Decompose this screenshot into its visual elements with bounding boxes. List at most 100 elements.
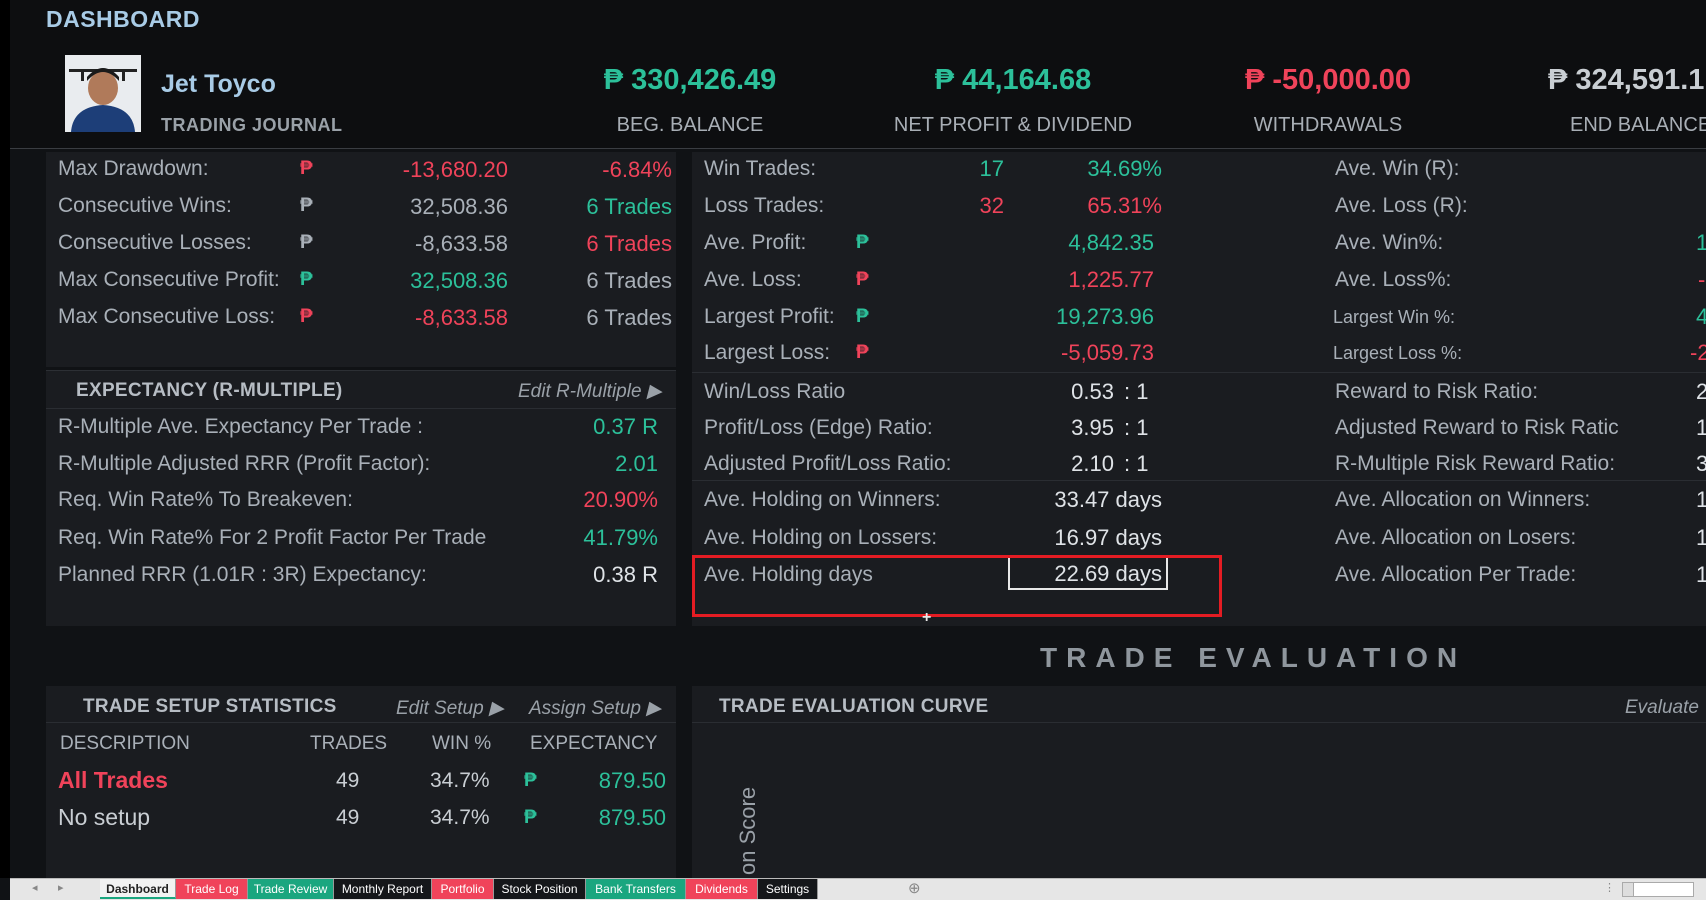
peso-icon: ₱	[300, 158, 313, 179]
end-balance-label: END BALANCE	[1570, 114, 1706, 136]
horizontal-scrollbar[interactable]	[1622, 882, 1694, 897]
consecutive-wins-trades: 6 Trades	[586, 194, 672, 219]
withdrawals-label: WITHDRAWALS	[1253, 114, 1403, 136]
sheet-tab-trade-review[interactable]: Trade Review	[248, 879, 334, 899]
max-consecutive-profit-value: 32,508.36	[410, 268, 508, 293]
profit-factor-winrate-label: Req. Win Rate% For 2 Profit Factor Per T…	[58, 526, 487, 549]
peso-icon: ₱	[300, 195, 313, 216]
max-consecutive-profit-label: Max Consecutive Profit:	[58, 268, 280, 291]
sheet-tab-dashboard[interactable]: Dashboard	[100, 879, 176, 899]
planned-rrr-value: 0.38 R	[593, 562, 658, 587]
trade-evaluation-heading: TRADE EVALUATION	[1040, 642, 1467, 673]
setup-row-desc[interactable]: No setup	[58, 804, 150, 831]
holding-winners-label: Ave. Holding on Winners:	[704, 488, 941, 511]
scroll-left-arrow[interactable]	[1623, 883, 1634, 896]
evaluate-button[interactable]: Evaluate	[1625, 697, 1699, 719]
expectancy-per-trade-value: 0.37 R	[593, 414, 658, 439]
reward-risk-ratio-label: Reward to Risk Ratio:	[1335, 380, 1539, 403]
adjusted-rrr-label: R-Multiple Adjusted RRR (Profit Factor):	[58, 452, 431, 475]
setup-row-trades: 49	[336, 806, 360, 829]
ave-profit-value: 4,842.35	[1068, 230, 1154, 255]
edit-r-multiple-button[interactable]: Edit R-Multiple ▶	[518, 380, 661, 403]
divider	[46, 722, 676, 723]
peso-icon: ₱	[856, 306, 869, 327]
expectancy-per-trade-label: R-Multiple Ave. Expectancy Per Trade :	[58, 415, 423, 438]
ave-win-r-label: Ave. Win (R):	[1335, 157, 1460, 180]
peso-icon: ₱	[856, 342, 869, 363]
loss-trades-count: 32	[979, 193, 1004, 218]
adjusted-pl-ratio-label: Adjusted Profit/Loss Ratio:	[704, 452, 952, 475]
scroll-left-icon[interactable]: ◂	[32, 881, 38, 894]
planned-rrr-label: Planned RRR (1.01R : 3R) Expectancy:	[58, 563, 427, 586]
sheet-tab-portfolio[interactable]: Portfolio	[432, 879, 494, 899]
setup-row-win: 34.7%	[430, 769, 490, 792]
win-loss-ratio-label: Win/Loss Ratio	[704, 380, 846, 403]
sheet-tab-stock-position[interactable]: Stock Position	[494, 879, 586, 899]
user-name: Jet Toyco	[161, 70, 276, 98]
chart-axis-label: on Score	[735, 786, 760, 875]
peso-icon: ₱	[300, 232, 313, 253]
sheet-tab-trade-log[interactable]: Trade Log	[176, 879, 248, 899]
peso-icon: ₱	[856, 269, 869, 290]
largest-loss-label: Largest Loss:	[704, 341, 831, 364]
largest-win-pct-value: 4	[1696, 304, 1706, 329]
largest-profit-value: 19,273.96	[1056, 304, 1154, 329]
setup-row-expectancy: 879.50	[598, 768, 666, 793]
expectancy-title: EXPECTANCY (R-MULTIPLE)	[76, 380, 343, 401]
loss-trades-label: Loss Trades:	[704, 194, 825, 217]
adjusted-rrr-value: 2.01	[615, 451, 658, 476]
setup-row-expectancy: 879.50	[598, 805, 666, 830]
reward-risk-ratio-value: 2	[1696, 379, 1706, 404]
sheet-tab-bank-transfers[interactable]: Bank Transfers	[586, 879, 686, 899]
edit-setup-button[interactable]: Edit Setup ▶	[396, 697, 504, 720]
adjusted-pl-ratio-value: 2.10	[1071, 451, 1114, 476]
breakeven-winrate-label: Req. Win Rate% To Breakeven:	[58, 488, 353, 511]
setup-row-desc[interactable]: All Trades	[58, 767, 168, 794]
edge-ratio-suffix: : 1	[1124, 415, 1149, 440]
end-balance-value: ₱ 324,591.1	[1548, 64, 1705, 96]
consecutive-wins-value: 32,508.36	[410, 194, 508, 219]
sheet-tab-dividends[interactable]: Dividends	[686, 879, 758, 899]
column-header-trades: TRADES	[310, 733, 388, 754]
largest-loss-value: -5,059.73	[1061, 340, 1154, 365]
column-header-description: DESCRIPTION	[60, 733, 190, 754]
setup-row-win: 34.7%	[430, 806, 490, 829]
peso-icon: ₱	[856, 232, 869, 253]
ave-loss-r-label: Ave. Loss (R):	[1335, 194, 1468, 217]
peso-icon: ₱	[300, 269, 313, 290]
largest-win-pct-label: Largest Win %:	[1333, 307, 1456, 327]
consecutive-losses-value: -8,633.58	[415, 231, 508, 256]
allocation-losers-value: 1	[1696, 525, 1706, 550]
dashboard-header: DASHBOARD Jet Toyco TRADING JOURNAL ₱ 33…	[10, 0, 1706, 149]
largest-loss-pct-value: -2	[1690, 340, 1706, 365]
holding-losers-value: 16.97 days	[1054, 525, 1162, 550]
sheet-tab-settings[interactable]: Settings	[758, 879, 818, 899]
add-sheet-icon[interactable]: ⊕	[908, 879, 921, 897]
allocation-winners-label: Ave. Allocation on Winners:	[1335, 488, 1591, 511]
max-consecutive-loss-trades: 6 Trades	[586, 305, 672, 330]
withdrawals-value: ₱ -50,000.00	[1244, 64, 1412, 96]
page-title: DASHBOARD	[46, 6, 200, 32]
beg-balance-value: ₱ 330,426.49	[603, 64, 777, 96]
win-loss-ratio-value: 0.53	[1071, 379, 1114, 404]
adjusted-reward-risk-value: 1	[1696, 415, 1706, 440]
peso-icon: ₱	[300, 306, 313, 327]
allocation-winners-value: 1	[1696, 487, 1706, 512]
divider	[692, 722, 1706, 723]
ave-loss-value: 1,225.77	[1068, 267, 1154, 292]
r-multiple-rr-label: R-Multiple Risk Reward Ratio:	[1335, 452, 1616, 475]
assign-setup-button[interactable]: Assign Setup ▶	[529, 697, 661, 720]
peso-icon: ₱	[524, 807, 537, 828]
max-consecutive-profit-trades: 6 Trades	[586, 268, 672, 293]
divider	[692, 372, 1706, 373]
sheet-tab-monthly-report[interactable]: Monthly Report	[334, 879, 432, 899]
consecutive-losses-trades: 6 Trades	[586, 231, 672, 256]
allocation-per-trade-label: Ave. Allocation Per Trade:	[1335, 563, 1577, 586]
divider	[46, 370, 676, 371]
ave-loss-label: Ave. Loss:	[704, 268, 802, 291]
evaluation-curve-title: TRADE EVALUATION CURVE	[719, 696, 989, 717]
drawdown-panel	[46, 152, 676, 367]
scroll-right-icon[interactable]: ▸	[58, 881, 64, 894]
win-trades-label: Win Trades:	[704, 157, 817, 180]
edge-ratio-value: 3.95	[1071, 415, 1114, 440]
